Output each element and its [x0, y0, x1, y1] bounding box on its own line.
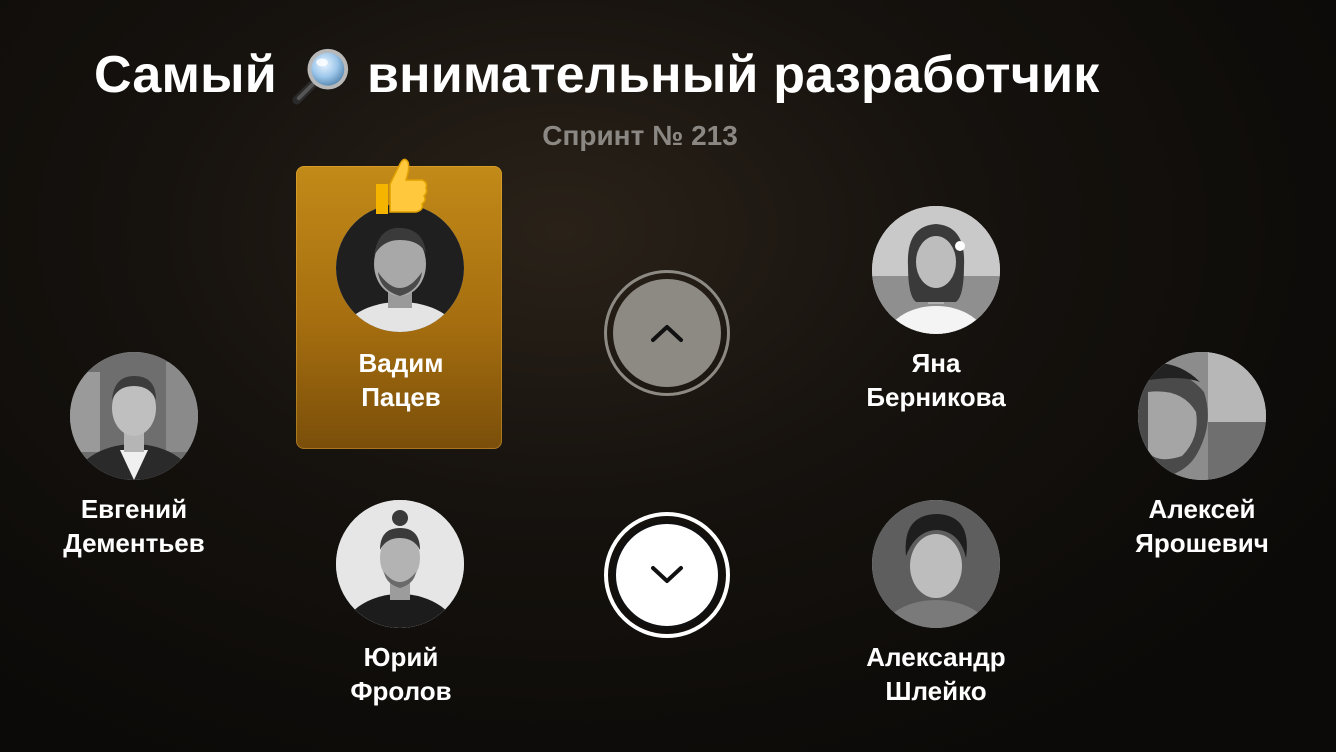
avatar-aleksey[interactable] [1138, 352, 1266, 480]
person-name-yuriy: Юрий Фролов [291, 640, 511, 708]
first-name: Александр [866, 642, 1006, 672]
first-name: Вадим [358, 348, 444, 378]
thumbs-up-icon [366, 154, 432, 220]
title-part-1: Самый [94, 46, 277, 104]
avatar-yuriy[interactable] [336, 500, 464, 628]
last-name: Берникова [866, 382, 1006, 412]
avatar-aleksandr[interactable] [872, 500, 1000, 628]
scroll-up-button-face[interactable] [613, 279, 721, 387]
magnifier-icon [291, 44, 353, 106]
first-name: Евгений [80, 494, 188, 524]
avatar-vadim[interactable] [336, 204, 464, 332]
chevron-down-icon [651, 566, 683, 583]
person-name-evgeniy: Евгений Дементьев [24, 492, 244, 560]
title-part-2: внимательный разработчик [366, 46, 1100, 104]
scroll-down-button[interactable] [604, 512, 730, 638]
person-name-vadim: Вадим Пацев [291, 346, 511, 414]
avatar-yana[interactable] [872, 206, 1000, 334]
sprint-label: Спринт № 213 [542, 120, 738, 151]
first-name: Яна [911, 348, 961, 378]
person-name-aleksey: Алексей Ярошевич [1092, 492, 1312, 560]
scroll-down-button-face[interactable] [613, 521, 721, 629]
page-title: Самый внимательный разработчик [94, 40, 1100, 110]
scroll-up-button[interactable] [604, 270, 730, 396]
person-name-yana: Яна Берникова [826, 346, 1046, 414]
first-name: Алексей [1148, 494, 1256, 524]
last-name: Шлейко [885, 676, 987, 706]
last-name: Фролов [350, 676, 452, 706]
person-name-aleksandr: Александр Шлейко [826, 640, 1046, 708]
last-name: Дементьев [63, 528, 205, 558]
chevron-up-icon [651, 325, 683, 342]
last-name: Пацев [361, 382, 441, 412]
avatar-evgeniy[interactable] [70, 352, 198, 480]
sprint-subtitle: Спринт № 213 [0, 120, 1280, 152]
first-name: Юрий [363, 642, 439, 672]
last-name: Ярошевич [1135, 528, 1269, 558]
